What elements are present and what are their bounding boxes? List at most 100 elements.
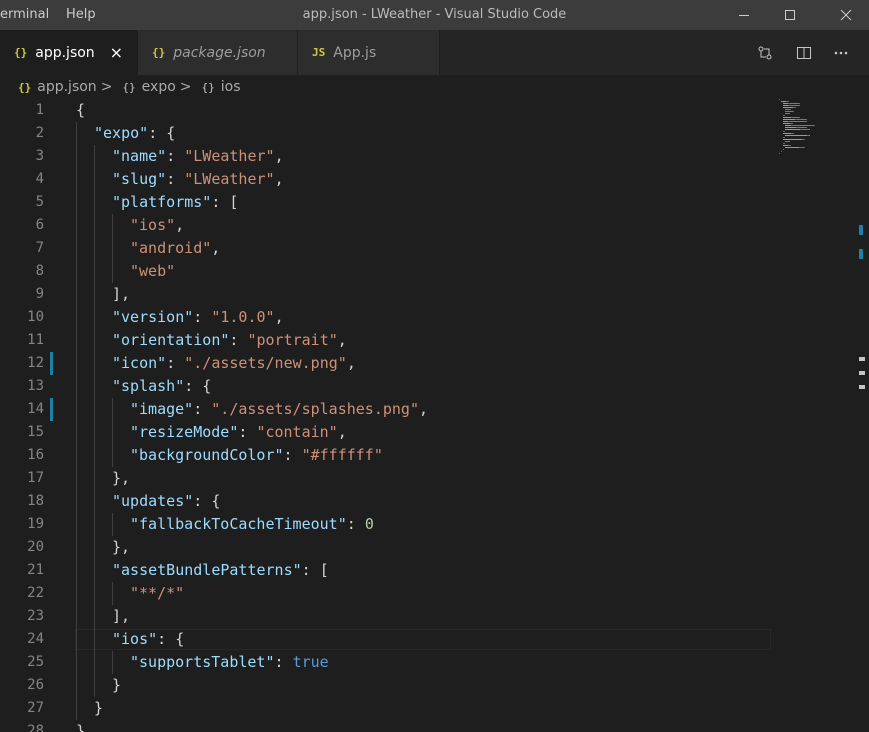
minimap-token [785,135,807,136]
code-line[interactable]: 18 "updates": { [0,490,869,513]
minimap-token [786,101,789,102]
code-token: : [ [211,193,239,211]
breadcrumb-expo[interactable]: expo [142,79,176,95]
code-line[interactable]: 4 "slug": "LWeather", [0,168,869,191]
breadcrumb-ios[interactable]: ios [221,79,241,95]
tab-app-json[interactable]: {} app.json × [0,30,138,75]
more-actions-icon[interactable] [826,30,856,75]
compare-changes-icon[interactable] [750,30,780,75]
code-editor[interactable]: 1{2 "expo": {3 "name": "LWeather", 4 "slug":… [0,99,869,732]
minimap[interactable] [771,99,855,159]
line-number: 11 [27,332,44,348]
code-line[interactable]: 6 "ios", [0,214,869,237]
code-line[interactable]: 17}, [0,467,869,490]
code-line[interactable]: 2 "expo": { [0,122,869,145]
code-line[interactable]: 15 "resizeMode": "contain", [0,421,869,444]
code-line[interactable]: 22 "**/*" [0,582,869,605]
code-line[interactable]: 11 "orientation": "portrait", [0,329,869,352]
line-number: 19 [27,516,44,532]
minimap-token [799,105,800,106]
code-token: "#ffffff" [301,446,383,464]
line-number: 22 [27,585,44,601]
close-icon[interactable] [823,0,869,30]
code-line[interactable]: 10 "version": "1.0.0", [0,306,869,329]
minimap-token [790,105,799,106]
minimap-token [791,133,794,134]
code-text: ], [112,283,130,306]
code-token: , [346,354,356,372]
minimap-token [806,121,807,122]
code-line[interactable]: 27} [0,697,869,720]
tab-label: app.json [35,44,95,61]
code-text: "name": "LWeather", [112,145,284,168]
code-line[interactable]: 14 "image": "./assets/splashes.png", [0,398,869,421]
minimap-token [788,145,791,146]
code-line[interactable]: 7 "android", [0,237,869,260]
line-number: 16 [27,447,44,463]
breadcrumb: {} app.json > {} expo > {} ios [0,75,869,99]
line-number: 26 [27,677,44,693]
minimap-token [783,115,785,116]
minimap-token [809,135,810,136]
line-number: 20 [27,539,44,555]
code-line[interactable]: 3 "name": "LWeather", [0,145,869,168]
code-token: ], [112,607,131,625]
minimap-token [793,111,794,112]
minimap-token [783,131,785,132]
line-number: 18 [27,493,44,509]
minimap-token [785,129,800,130]
breadcrumb-file[interactable]: app.json [37,79,96,95]
code-token: , [274,308,284,326]
code-token: "LWeather" [184,147,275,165]
code-line[interactable]: 19 "fallbackToCacheTimeout": 0 [0,513,869,536]
line-number: 27 [27,700,44,716]
code-token: "./assets/splashes.png" [211,400,419,418]
code-token: "image" [130,400,194,418]
tab-package-json[interactable]: {} package.json [138,30,298,75]
code-line[interactable]: 25 "supportsTablet": true [0,651,869,674]
maximize-icon[interactable] [767,0,813,30]
code-line[interactable]: 13 "splash": { [0,375,869,398]
code-line[interactable]: 20}, [0,536,869,559]
minimap-token [793,107,796,108]
code-line[interactable]: 1{ [0,99,869,122]
line-number: 10 [27,309,44,325]
code-line[interactable]: 9], [0,283,869,306]
code-text: "resizeMode": "contain", [130,421,347,444]
minimap-token [814,125,815,126]
minimize-icon[interactable] [721,0,767,30]
line-number: 8 [35,263,44,279]
minimap-token [798,127,806,128]
code-line[interactable]: 23], [0,605,869,628]
code-line[interactable]: 8 "web" [0,260,869,283]
line-number: 23 [27,608,44,624]
code-token: "platforms" [112,193,212,211]
code-line[interactable]: 16 "backgroundColor": "#ffffff" [0,444,869,467]
code-token: : [274,653,293,671]
line-number: 13 [27,378,44,394]
code-line[interactable]: 28} [0,720,869,732]
code-token: "ios" [130,216,176,234]
split-editor-icon[interactable] [789,30,819,75]
code-token: , [274,170,284,188]
close-tab-icon[interactable]: × [110,43,123,62]
code-token: : [166,170,185,188]
editor-scrollbar[interactable] [855,99,869,732]
chevron-right-icon: > [100,79,113,95]
code-text: "icon": "./assets/new.png", [112,352,356,375]
line-number: 14 [27,401,44,417]
code-text: "slug": "LWeather", [112,168,284,191]
minimap-token [779,153,780,154]
line-number: 1 [35,102,44,118]
code-text: "ios": { [112,628,184,651]
code-token: : [229,331,248,349]
code-line[interactable]: 5 "platforms": [ [0,191,869,214]
tab-app-js[interactable]: JS App.js [298,30,440,75]
code-token: : { [184,377,212,395]
code-token: : [238,423,257,441]
code-line[interactable]: 21 "assetBundlePatterns": [ [0,559,869,582]
code-line[interactable]: 26} [0,674,869,697]
code-line[interactable]: 12 "icon": "./assets/new.png", [0,352,869,375]
code-text: "platforms": [ [112,191,238,214]
code-line[interactable]: 24 "ios": { [0,628,869,651]
